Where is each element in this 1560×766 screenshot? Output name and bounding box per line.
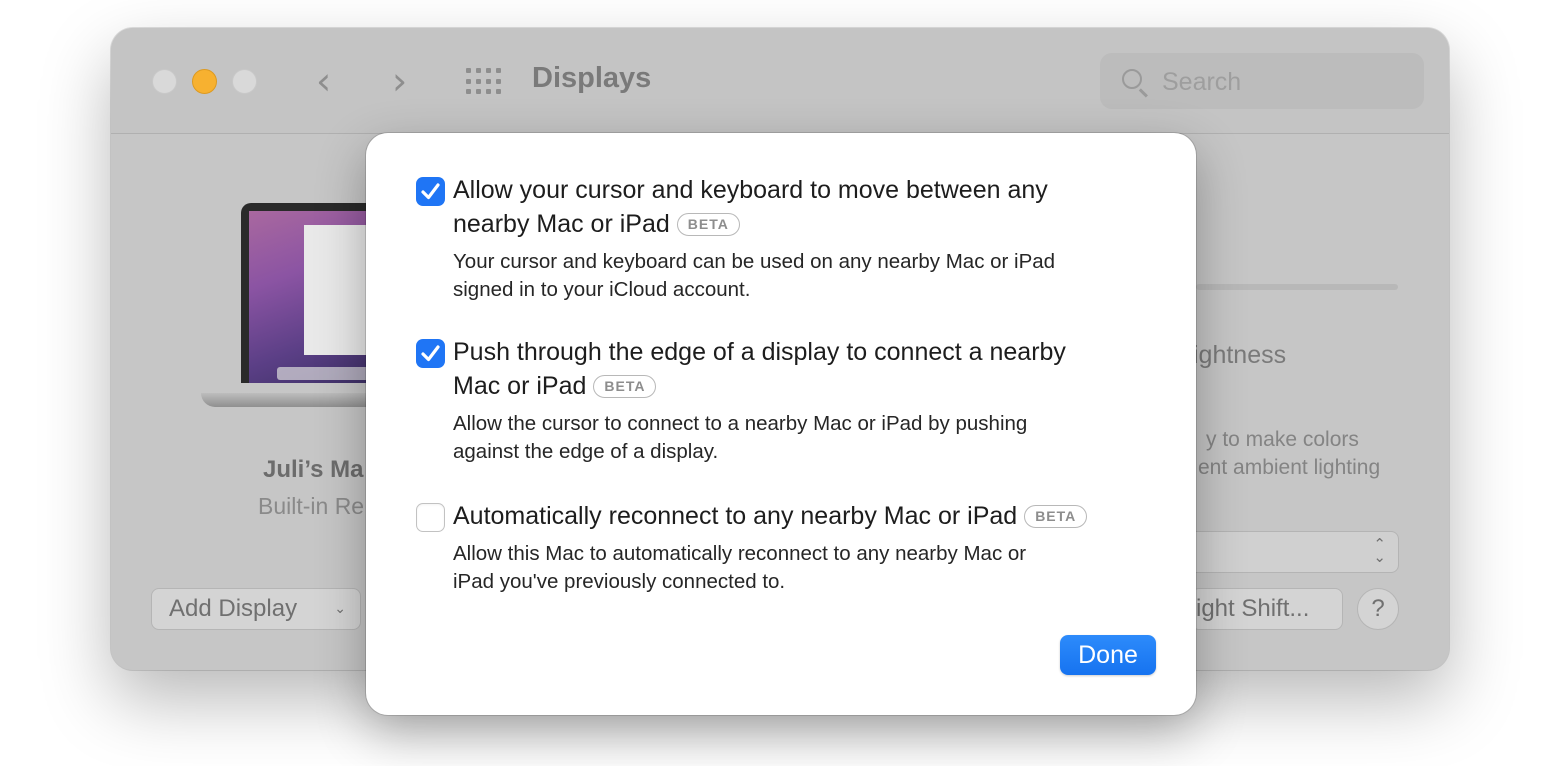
laptop-display-image bbox=[201, 203, 392, 423]
universal-control-sheet: Allow your cursor and keyboard to move b… bbox=[366, 133, 1196, 715]
option-title[interactable]: Allow your cursor and keyboard to move b… bbox=[453, 173, 1048, 241]
title-bar: ‹ › Displays Search bbox=[111, 28, 1449, 134]
checkbox-cursor-keyboard[interactable] bbox=[416, 177, 445, 206]
search-field[interactable]: Search bbox=[1100, 53, 1424, 109]
show-all-grid-icon[interactable] bbox=[466, 68, 502, 96]
true-tone-desc-line1: y to make colors bbox=[1206, 428, 1359, 451]
night-shift-button[interactable]: ight Shift... bbox=[1191, 588, 1343, 630]
device-name: Juli’s Ma bbox=[263, 456, 364, 483]
brightness-slider-track[interactable] bbox=[1196, 284, 1398, 290]
option-description: Allow this Mac to automatically reconnec… bbox=[453, 542, 1027, 593]
search-placeholder: Search bbox=[1162, 68, 1242, 96]
search-icon bbox=[1122, 69, 1142, 89]
device-subtitle: Built-in Re bbox=[258, 493, 365, 519]
window-title: Displays bbox=[532, 62, 652, 94]
minimize-button[interactable] bbox=[192, 69, 217, 94]
beta-badge: BETA bbox=[1024, 505, 1088, 528]
beta-badge: BETA bbox=[676, 213, 740, 236]
chevron-down-icon: ⌄ bbox=[334, 601, 346, 617]
done-button[interactable]: Done bbox=[1060, 635, 1156, 675]
checkbox-push-through-edge[interactable] bbox=[416, 339, 445, 368]
option-title[interactable]: Push through the edge of a display to co… bbox=[453, 335, 1066, 403]
option-description: Your cursor and keyboard can be used on … bbox=[453, 250, 1056, 301]
checkmark-icon bbox=[421, 183, 440, 200]
brightness-label: ightness bbox=[1193, 341, 1287, 369]
checkmark-icon bbox=[421, 345, 440, 362]
up-down-arrows-icon: ⌃ ⌄ bbox=[1373, 535, 1386, 566]
true-tone-desc-line2: ent ambient lighting bbox=[1198, 456, 1381, 479]
add-display-label: Add Display bbox=[169, 595, 298, 622]
forward-icon[interactable]: › bbox=[392, 62, 407, 100]
option-title[interactable]: Automatically reconnect to any nearby Ma… bbox=[453, 499, 1088, 533]
close-button[interactable] bbox=[152, 69, 177, 94]
checkbox-auto-reconnect[interactable] bbox=[416, 503, 445, 532]
beta-badge: BETA bbox=[593, 375, 657, 398]
add-display-button[interactable]: Add Display ⌄ bbox=[151, 588, 361, 630]
zoom-button[interactable] bbox=[232, 69, 257, 94]
back-icon[interactable]: ‹ bbox=[316, 62, 331, 100]
option-description: Allow the cursor to connect to a nearby … bbox=[453, 412, 1028, 463]
refresh-rate-popup[interactable]: ⌃ ⌄ bbox=[1186, 531, 1399, 573]
help-button[interactable]: ? bbox=[1357, 588, 1399, 630]
night-shift-label: ight Shift... bbox=[1196, 595, 1310, 622]
